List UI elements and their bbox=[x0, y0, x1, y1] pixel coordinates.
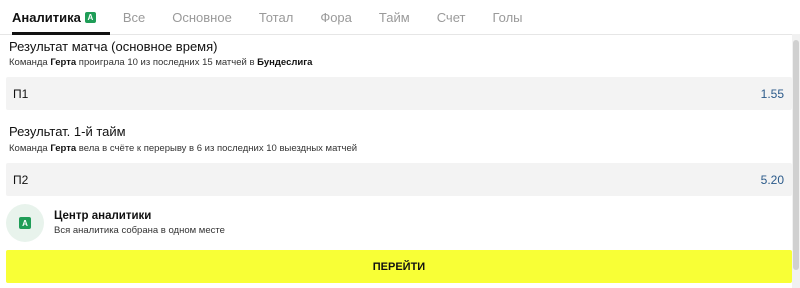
analytics-center-text: Центр аналитики Вся аналитика собрана в … bbox=[54, 210, 225, 236]
tab-goals[interactable]: Голы bbox=[492, 0, 522, 34]
analytics-center[interactable]: A Центр аналитики Вся аналитика собрана … bbox=[6, 204, 792, 242]
tab-bar: Аналитика A Все Основное Тотал Фора Тайм… bbox=[0, 0, 800, 35]
tab-label: Фора bbox=[320, 9, 352, 25]
tab-label: Аналитика bbox=[12, 9, 81, 25]
tab-half[interactable]: Тайм bbox=[379, 0, 410, 34]
odds-value: 1.55 bbox=[760, 86, 784, 101]
insight-text: Команда bbox=[9, 57, 51, 68]
tab-label: Голы bbox=[492, 9, 523, 25]
analytics-circle-icon: A bbox=[6, 204, 44, 242]
insight-text: Команда bbox=[9, 143, 51, 154]
odds-row-p1[interactable]: П1 1.55 bbox=[6, 77, 792, 110]
scrollbar-thumb[interactable] bbox=[793, 40, 799, 270]
tab-handicap[interactable]: Фора bbox=[320, 0, 352, 34]
analytics-badge-icon: A bbox=[19, 217, 31, 229]
odds-label: П1 bbox=[13, 86, 29, 101]
odds-value: 5.20 bbox=[760, 172, 784, 187]
scrollbar[interactable] bbox=[792, 34, 800, 288]
tab-label: Счет bbox=[436, 9, 466, 25]
go-button[interactable]: ПЕРЕЙТИ bbox=[6, 250, 792, 283]
tab-label: Тайм bbox=[378, 9, 410, 25]
tab-total[interactable]: Тотал bbox=[259, 0, 294, 34]
tab-label: Тотал bbox=[258, 9, 294, 25]
tab-all[interactable]: Все bbox=[123, 0, 145, 34]
insight-league: Бундеслига bbox=[257, 57, 313, 68]
tab-analytics[interactable]: Аналитика A bbox=[12, 0, 110, 35]
tab-main[interactable]: Основное bbox=[172, 0, 232, 34]
tab-score[interactable]: Счет bbox=[437, 0, 466, 34]
market-insight: Команда Герта проиграла 10 из последних … bbox=[9, 57, 312, 68]
odds-label: П2 bbox=[13, 172, 29, 187]
analytics-badge-icon: A bbox=[84, 11, 96, 23]
market-insight: Команда Герта вела в счёте к перерыву в … bbox=[9, 143, 357, 154]
odds-row-p2[interactable]: П2 5.20 bbox=[6, 163, 792, 196]
insight-text: проиграла 10 из последних 15 матчей в bbox=[76, 57, 258, 68]
tab-label: Все bbox=[122, 9, 146, 25]
insight-team: Герта bbox=[50, 143, 77, 154]
tab-label: Основное bbox=[172, 9, 232, 25]
analytics-center-title: Центр аналитики bbox=[54, 210, 152, 222]
market-title: Результат матча (основное время) bbox=[9, 39, 218, 54]
insight-team: Герта bbox=[50, 57, 77, 68]
analytics-center-subtitle: Вся аналитика собрана в одном месте bbox=[54, 225, 225, 236]
market-title: Результат. 1-й тайм bbox=[9, 124, 126, 139]
insight-text: вела в счёте к перерыву в 6 из последних… bbox=[76, 143, 358, 154]
